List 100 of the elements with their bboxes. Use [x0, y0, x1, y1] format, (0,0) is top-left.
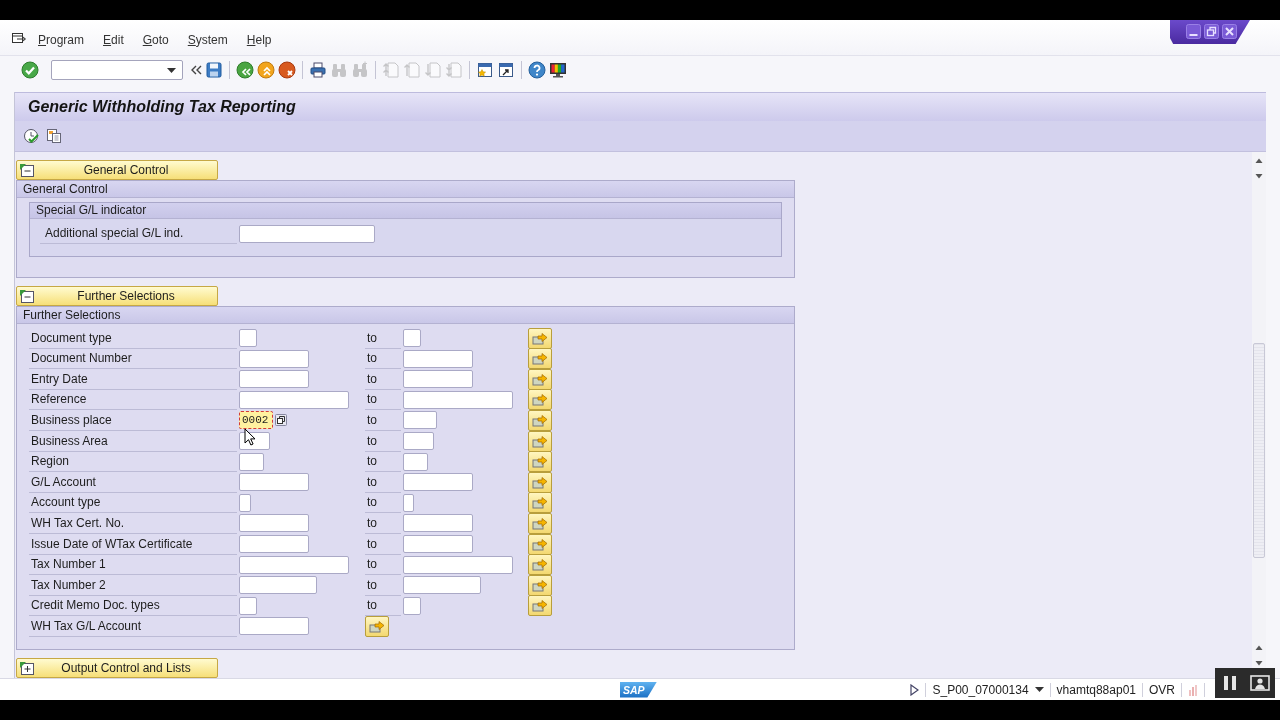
input-field[interactable] [403, 514, 473, 533]
section-toggle-button[interactable]: General Control [16, 160, 218, 180]
input-field[interactable] [239, 617, 309, 636]
input-field[interactable] [239, 349, 309, 368]
overlapping-squares-icon[interactable] [275, 414, 287, 427]
mode-label: OVR [1149, 682, 1175, 697]
menu-item[interactable]: Edit [103, 33, 124, 48]
monitor-icon[interactable] [549, 61, 567, 79]
multiple-selection-button[interactable] [528, 533, 552, 555]
multiple-selection-button[interactable] [528, 574, 552, 596]
range-label: to [365, 451, 401, 473]
multiple-selection-button[interactable] [528, 451, 552, 473]
arrow-box-icon [532, 393, 548, 407]
input-field[interactable] [403, 390, 513, 409]
minimize-icon[interactable] [1186, 23, 1201, 39]
screen-title: Generic Withholding Tax Reporting [28, 98, 296, 116]
arrow-box-icon [532, 455, 548, 469]
field-label: Additional special G/L ind. [40, 223, 237, 244]
scroll-up-icon[interactable] [1254, 643, 1264, 653]
caret-icon[interactable] [1034, 687, 1044, 692]
input-field[interactable] [403, 370, 473, 389]
play-outline-icon[interactable] [910, 683, 920, 696]
input-field[interactable]: 0002 [239, 411, 273, 430]
restore-icon[interactable] [1204, 23, 1219, 39]
arrow-box-icon [532, 496, 548, 510]
input-field[interactable] [403, 576, 481, 595]
input-field[interactable] [403, 535, 473, 554]
multiple-selection-button[interactable] [528, 389, 552, 411]
input-field[interactable] [239, 555, 349, 574]
multiple-selection-button[interactable] [528, 512, 552, 534]
input-field[interactable] [403, 555, 513, 574]
multiple-selection-button[interactable] [528, 409, 552, 431]
input-field[interactable] [239, 329, 257, 348]
vertical-scrollbar[interactable] [1252, 152, 1266, 668]
multiple-selection-button[interactable] [528, 554, 552, 576]
scroll-thumb[interactable] [1253, 343, 1265, 558]
command-field[interactable] [51, 60, 183, 80]
input-field[interactable] [403, 329, 421, 348]
menu-item[interactable]: Program [38, 33, 85, 48]
logo: SAP [620, 681, 657, 698]
multiple-selection-button[interactable] [528, 368, 552, 390]
input-field[interactable] [403, 349, 473, 368]
input-field[interactable] [403, 411, 437, 430]
input-field[interactable] [239, 514, 309, 533]
range-label: to [365, 327, 401, 349]
input-field[interactable] [403, 596, 421, 615]
multiple-selection-button[interactable] [528, 595, 552, 617]
pause-icon[interactable] [1215, 668, 1245, 698]
caret-icon[interactable] [167, 67, 176, 73]
range-label: to [365, 492, 401, 514]
input-field[interactable] [403, 432, 434, 451]
multiple-selection-button[interactable] [528, 492, 552, 514]
field-label: Entry Date [29, 368, 237, 390]
mouse-pointer-icon [244, 428, 256, 447]
group-header: Special G/L indicator [30, 203, 781, 219]
clock-check-icon[interactable] [23, 128, 39, 144]
input-field[interactable] [239, 224, 375, 243]
documents-icon[interactable] [46, 128, 62, 144]
input-field[interactable] [239, 473, 309, 492]
session-label: S_P00_07000134 [932, 682, 1029, 697]
input-field[interactable] [239, 596, 257, 615]
circle-chevrons-left-icon[interactable] [236, 61, 254, 79]
input-field[interactable] [403, 493, 414, 512]
menu-item[interactable]: Help [246, 33, 272, 48]
close-icon[interactable] [1222, 23, 1237, 39]
menu-item[interactable]: Goto [142, 33, 169, 48]
bars-icon [1188, 683, 1198, 696]
field-label: Document Number [29, 348, 237, 370]
circle-chevrons-up-icon[interactable] [257, 61, 275, 79]
printer-icon[interactable] [309, 61, 327, 79]
circle-x-icon[interactable] [278, 61, 296, 79]
input-field[interactable] [239, 535, 309, 554]
input-field[interactable] [239, 452, 264, 471]
input-field[interactable] [239, 370, 309, 389]
input-field[interactable] [239, 576, 317, 595]
multiple-selection-button[interactable] [365, 615, 389, 637]
input-field[interactable] [403, 452, 428, 471]
menu-item[interactable]: System [187, 33, 228, 48]
window-menu-icon[interactable] [12, 33, 26, 45]
arrow-box-icon [532, 331, 548, 345]
help-icon[interactable] [528, 61, 546, 79]
multiple-selection-button[interactable] [528, 471, 552, 493]
section-toggle-button[interactable]: Output Control and Lists [16, 657, 218, 678]
range-label: to [365, 471, 401, 493]
scroll-up-icon[interactable] [1254, 156, 1264, 166]
multiple-selection-button[interactable] [528, 348, 552, 370]
check-icon[interactable] [21, 61, 39, 79]
input-field[interactable] [239, 390, 349, 409]
multiple-selection-button[interactable] [528, 327, 552, 349]
input-field[interactable] [239, 493, 251, 512]
save-icon[interactable] [205, 61, 223, 79]
arrow-box-icon [369, 619, 385, 633]
person-frame-icon[interactable] [1245, 668, 1275, 698]
section-toggle-button[interactable]: Further Selections [16, 285, 218, 306]
field-label: Tax Number 2 [29, 574, 237, 596]
multiple-selection-button[interactable] [528, 430, 552, 452]
field-label: Business Area [29, 430, 237, 452]
range-label: to [365, 348, 401, 370]
scroll-down-icon[interactable] [1254, 171, 1264, 181]
input-field[interactable] [403, 473, 473, 492]
